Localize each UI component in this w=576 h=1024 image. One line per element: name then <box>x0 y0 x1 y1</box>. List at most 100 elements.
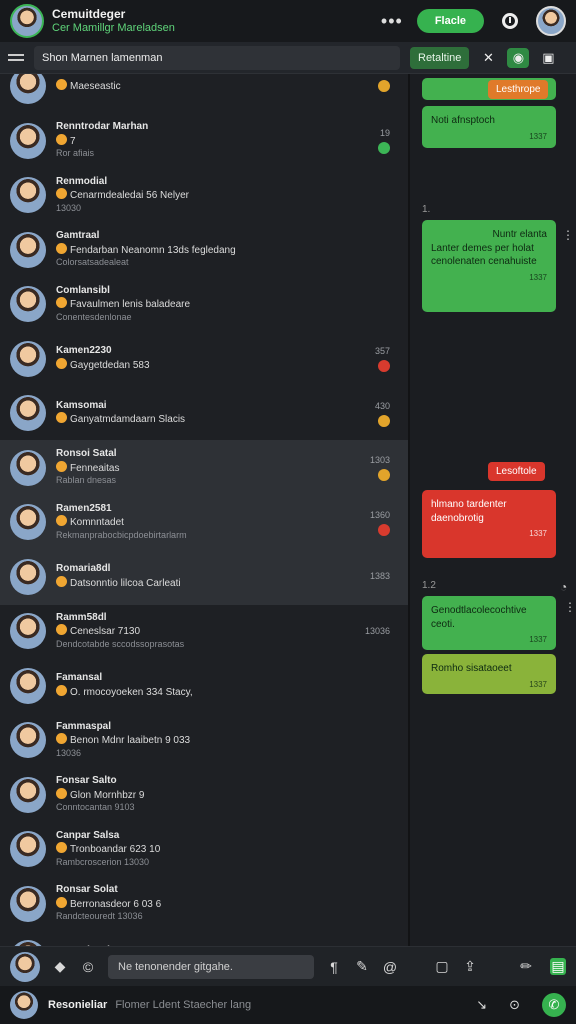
reaction-icon[interactable]: ◔ <box>560 580 567 594</box>
last-message: Ceneslsar 7130 <box>56 624 362 639</box>
chat-preview: Ramm58dl Ceneslsar 7130 Dendcotabde sccods… <box>56 612 362 650</box>
message-meta: Conntocantan 9103 <box>56 802 135 813</box>
contact-avatar[interactable] <box>10 613 46 649</box>
chat-list-item[interactable]: Conspi8aol <box>0 930 408 946</box>
chat-preview: Canpar Salsa Tronboandar 623 10 Rambcrosce… <box>56 830 362 868</box>
message-menu-icon[interactable]: ⋮ <box>564 600 576 614</box>
filter-button[interactable]: Retaltine <box>410 46 470 69</box>
chat-time: 19 <box>379 128 390 139</box>
edit-icon[interactable]: ✏ <box>518 958 534 975</box>
emoji-icon <box>56 297 67 309</box>
call-icon[interactable]: ✆ <box>542 993 566 1017</box>
contact-avatar[interactable] <box>10 885 46 922</box>
camera-icon[interactable]: ▣ <box>537 50 559 66</box>
message-meta: Conentesdenlonae <box>56 311 132 322</box>
contact-name: Fammaspal <box>56 720 112 732</box>
message-bubble[interactable]: Nuntr elanta Lanter demes per holat ceno… <box>422 220 556 312</box>
camera-icon[interactable]: ⊙ <box>509 997 520 1013</box>
contact-avatar[interactable] <box>10 831 46 867</box>
mic-icon[interactable]: ↘ <box>476 997 487 1013</box>
upload-icon[interactable]: ⇪ <box>462 958 478 975</box>
chat-list-item[interactable]: Maeseastic <box>0 74 408 114</box>
chat-time: 357 <box>374 346 390 357</box>
contact-avatar[interactable] <box>10 177 46 213</box>
chat-list-item[interactable]: Romaria8dl Datsonntio lilcoa Carleati 1383 <box>0 548 408 605</box>
chat-bubble-icon[interactable]: ◆ <box>52 958 68 975</box>
chat-preview: Fonsar Salto Glon Mornhbzr 9 Conntocantan … <box>56 775 362 813</box>
message-menu-icon[interactable]: ⋮ <box>562 228 574 242</box>
attach-icon[interactable]: ✎ <box>354 958 370 975</box>
send-icon[interactable]: ▤ <box>550 958 566 975</box>
last-message-text: Berronasdeor 6 03 6 <box>70 898 162 910</box>
chat-list-item[interactable]: Renntrodar Marhan 7 Ror afiais 19 <box>0 113 408 169</box>
status-icon[interactable]: ◉ <box>507 47 530 68</box>
last-message-text: Ganyatmdamdaarn Slacis <box>70 414 186 425</box>
more-options-icon[interactable]: ••• <box>381 11 403 32</box>
profile-avatar[interactable] <box>10 4 44 38</box>
contact-avatar[interactable] <box>10 286 46 322</box>
format-icon[interactable]: ¶ <box>326 959 342 975</box>
close-icon[interactable]: ✕ <box>477 50 499 66</box>
sticker-icon[interactable]: ▢ <box>434 958 450 975</box>
last-message: 7 <box>56 133 362 149</box>
menu-icon[interactable] <box>8 54 24 61</box>
contact-avatar[interactable] <box>10 667 46 704</box>
message-input[interactable]: Ne tenonender gitgahe. <box>108 954 314 979</box>
chat-list-item[interactable]: Renmodial Cenarmdealedai 56 Nelyer 13030 <box>0 167 408 223</box>
chat-preview: Kamen2230 Gaygetdedan 583 <box>56 345 362 372</box>
contact-avatar[interactable] <box>10 122 46 159</box>
alert-tag[interactable]: Lesoftole <box>488 462 545 481</box>
last-message-text: Tronboandar 623 10 <box>70 844 161 856</box>
chat-list-item[interactable]: Comlansibl Favaulmen lenis baladeare Conen… <box>0 276 408 332</box>
contact-avatar[interactable] <box>10 722 46 758</box>
contact-avatar[interactable] <box>10 558 46 595</box>
contact-avatar[interactable] <box>10 74 46 104</box>
chat-list-item[interactable]: Fammaspal Benon Mdnr laaibetn 9 033 13036 <box>0 712 408 768</box>
composer-avatar[interactable] <box>10 951 40 982</box>
message-bubble[interactable]: Romho sisataoeet 1337 <box>422 654 556 694</box>
chat-list-item[interactable]: Ramm58dl Ceneslsar 7130 Dendcotabde sccods… <box>0 603 408 659</box>
chat-list-item[interactable]: Ronsar Solat Berronasdeor 6 03 6 Randcteou… <box>0 876 408 932</box>
footer-avatar[interactable] <box>10 991 38 1019</box>
chat-list-item[interactable]: Ronsoi Satal Fenneaitas Rablan dnesas 1303 <box>0 439 408 496</box>
contact-avatar[interactable] <box>10 776 46 813</box>
primary-action-button[interactable]: Flacle <box>416 9 484 33</box>
chat-list-item[interactable]: Ramen2581 Komnntadet Rekmanprabocbicpdoebi… <box>0 494 408 550</box>
chat-list-item[interactable]: Kamsomai Ganyatmdamdaarn Slacis 430 <box>0 385 408 441</box>
contact-avatar[interactable] <box>10 340 46 377</box>
contact-avatar[interactable] <box>10 504 46 540</box>
alert-message-bubble[interactable]: hlmano tardenter daenobrotig 1337 <box>422 490 556 558</box>
search-input[interactable]: Shon Marnen lamenman <box>34 45 400 70</box>
contact-avatar[interactable] <box>10 449 46 486</box>
emoji-icon[interactable]: © <box>80 959 96 975</box>
message-text: hlmano tardenter daenobrotig <box>431 499 507 524</box>
mention-icon[interactable]: @ <box>382 959 398 975</box>
label-tag[interactable]: Lesthrope <box>488 80 549 99</box>
chat-preview: Kamsomai Ganyatmdamdaarn Slacis <box>56 400 362 427</box>
composer-bar: ◆ © Ne tenonender gitgahe. ¶ ✎ @ ▢ ⇪ ✏ ▤ <box>0 946 576 986</box>
last-message-text: Fenneaitas <box>70 462 120 474</box>
message-meta: Ror afiais <box>56 148 95 159</box>
user-avatar[interactable] <box>536 6 566 36</box>
emoji-icon <box>56 412 67 423</box>
chat-list-item[interactable]: Famansal O. rmocoyoeken 334 Stacy, <box>0 658 408 714</box>
clock-icon[interactable] <box>502 13 518 29</box>
chat-list-item[interactable]: Gamtraal Fendarban Neanomn 13ds fegledang… <box>0 222 408 278</box>
contact-avatar[interactable] <box>10 231 46 268</box>
contact-avatar[interactable] <box>10 395 46 431</box>
message-bubble[interactable]: Genodtlacolecochtive ceoti. 1337 <box>422 596 556 650</box>
emoji-icon <box>56 575 67 587</box>
chat-time: 1303 <box>369 455 390 466</box>
chat-list-item[interactable]: Canpar Salsa Tronboandar 623 10 Rambcrosce… <box>0 821 408 877</box>
message-meta: Colorsatsadealeat <box>56 257 129 268</box>
emoji-icon <box>56 242 67 254</box>
message-bubble[interactable]: Noti afnsptoch 1337 <box>422 106 556 148</box>
chat-list-item[interactable]: Kamen2230 Gaygetdedan 583 357 <box>0 331 408 387</box>
window-subtitle: Cer Mamillgr Mareladsen <box>52 21 175 34</box>
message-meta: Rekmanprabocbicpdoebirtarlarm <box>56 529 187 540</box>
emoji-icon <box>56 515 67 527</box>
chat-list-item[interactable]: Fonsar Salto Glon Mornhbzr 9 Conntocantan … <box>0 767 408 823</box>
emoji-icon <box>56 787 67 799</box>
chat-preview: Ronsar Solat Berronasdeor 6 03 6 Randcteou… <box>56 884 362 922</box>
top-bar: Cemuitdeger Cer Mamillgr Mareladsen ••• … <box>0 0 576 42</box>
